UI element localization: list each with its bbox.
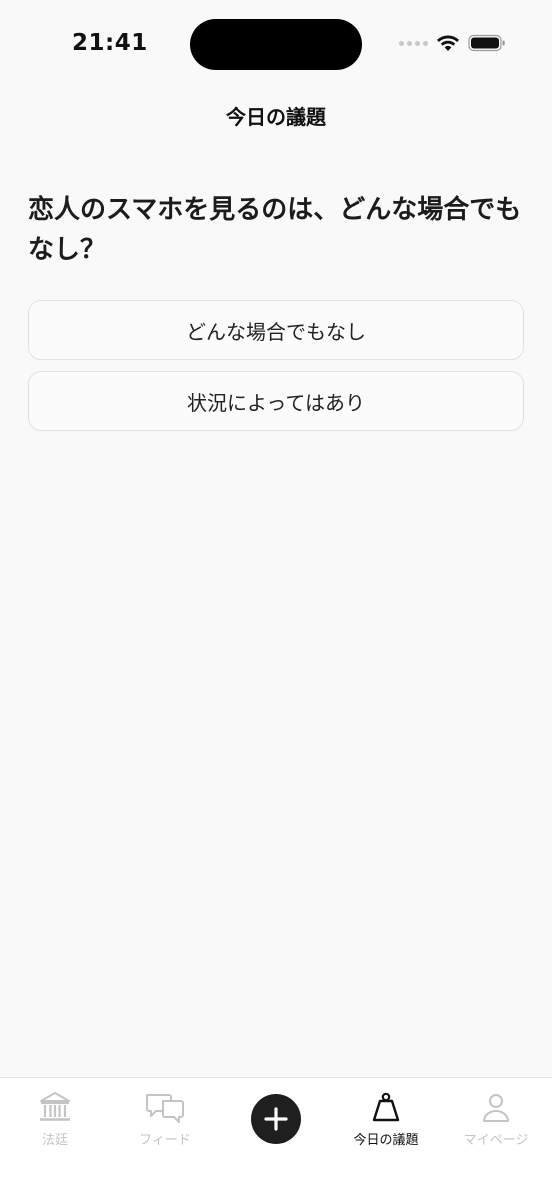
status-indicators bbox=[399, 34, 506, 52]
tab-feed[interactable]: フィード bbox=[110, 1090, 220, 1148]
chat-bubbles-icon bbox=[146, 1094, 184, 1123]
tab-my-page[interactable]: マイページ bbox=[441, 1090, 551, 1148]
cellular-signal-icon bbox=[399, 40, 428, 46]
tab-label-feed: フィード bbox=[139, 1133, 191, 1148]
plus-icon bbox=[264, 1107, 288, 1131]
page-title: 今日の議題 bbox=[226, 105, 326, 129]
tab-court[interactable]: 法廷 bbox=[0, 1090, 110, 1148]
tab-bar: 法廷 フィード 今日の議題 マイページ bbox=[0, 1077, 552, 1201]
person-icon bbox=[483, 1094, 509, 1122]
topic-question: 恋人のスマホを見るのは、どんな場合でもなし？ bbox=[28, 195, 522, 265]
tab-label-todays-topic: 今日の議題 bbox=[353, 1133, 419, 1148]
courthouse-icon bbox=[40, 1092, 70, 1121]
status-bar: 21:41 bbox=[0, 0, 552, 90]
scale-weight-icon bbox=[372, 1092, 400, 1122]
dynamic-island bbox=[190, 19, 362, 70]
answer-options: どんな場合でもなし 状況によってはあり bbox=[28, 300, 524, 442]
battery-icon bbox=[468, 34, 505, 52]
option-button-never[interactable]: どんな場合でもなし bbox=[28, 300, 524, 360]
wifi-icon bbox=[437, 35, 459, 51]
add-post-button[interactable] bbox=[251, 1094, 301, 1144]
tab-label-my-page: マイページ bbox=[463, 1133, 529, 1148]
option-button-depends[interactable]: 状況によってはあり bbox=[28, 371, 524, 431]
tab-label-court: 法廷 bbox=[41, 1133, 68, 1148]
status-time: 21:41 bbox=[72, 30, 148, 56]
tab-todays-topic[interactable]: 今日の議題 bbox=[331, 1090, 441, 1148]
